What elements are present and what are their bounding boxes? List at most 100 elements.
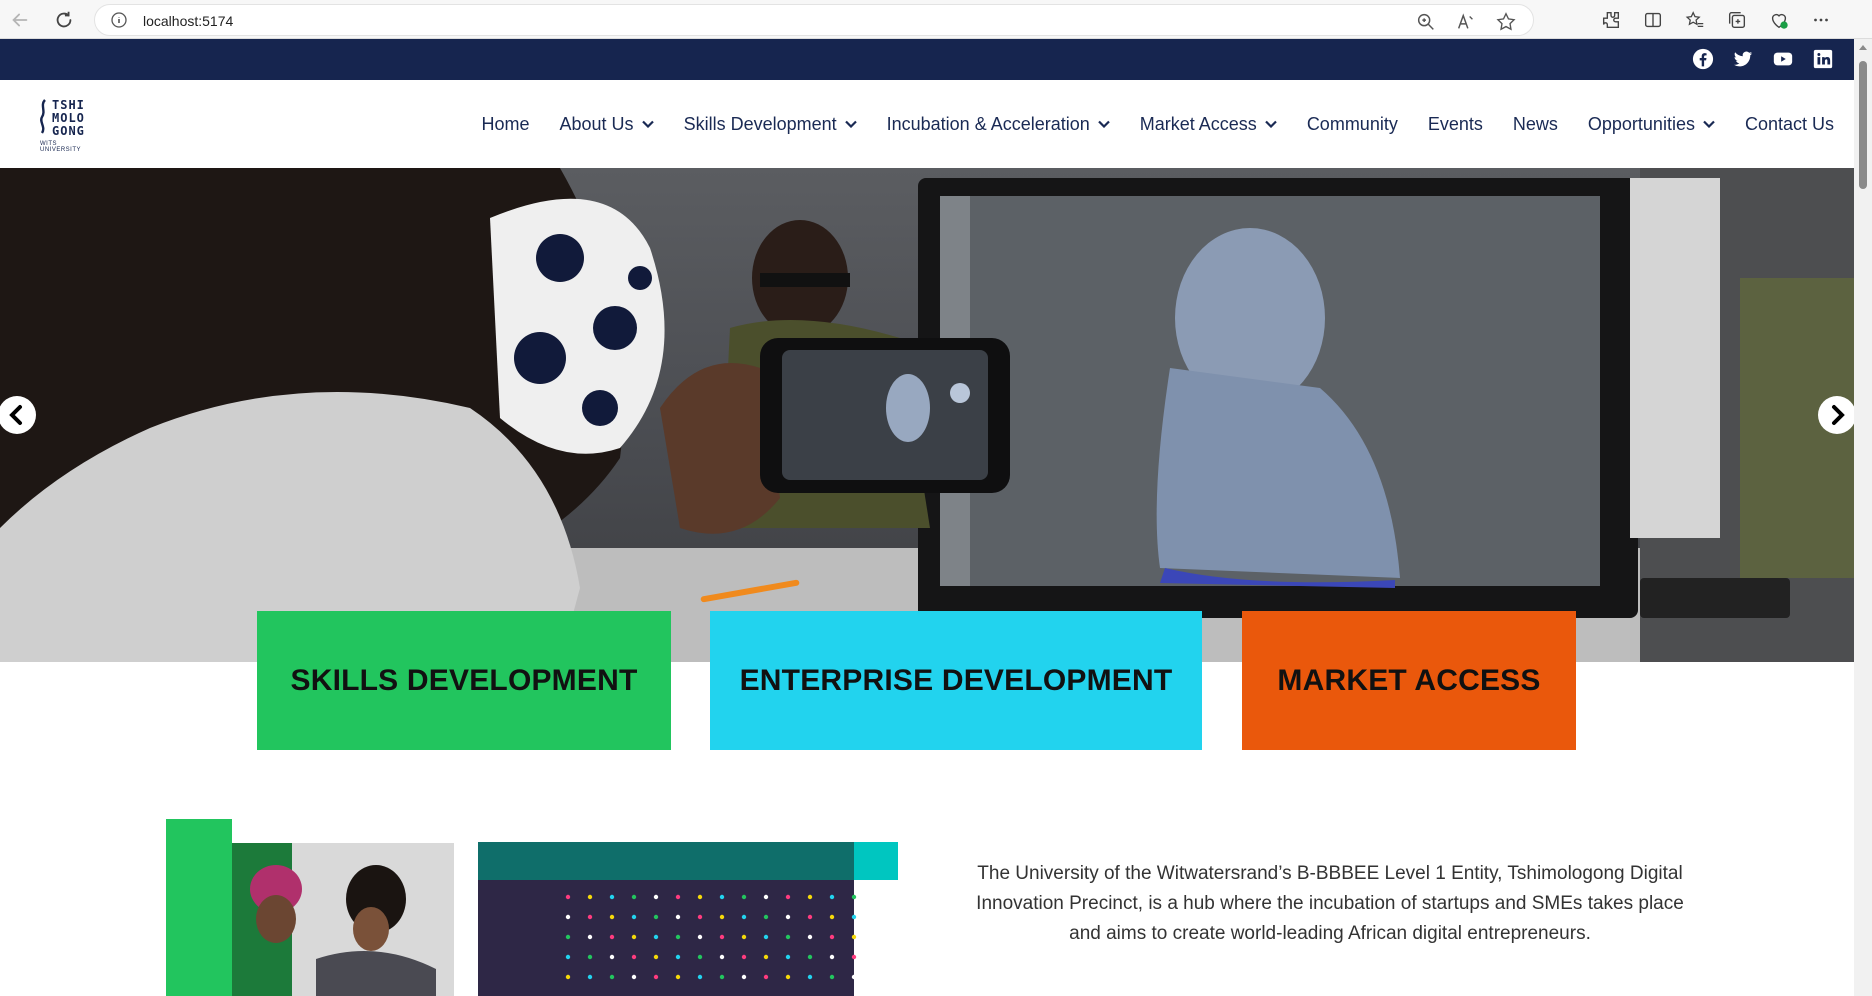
decor-dot [829,934,835,940]
decor-dot [675,954,681,960]
decor-dot [829,914,835,920]
logo-subtitle: WITS UNIVERSITY [40,141,82,153]
collections-icon[interactable] [1726,9,1748,31]
intro-paragraph: The University of the Witwatersrand’s B-… [976,863,1684,944]
decor-dot [697,954,703,960]
decor-dot [785,914,791,920]
decor-dot [829,974,835,980]
decor-dot [851,934,857,940]
more-options-icon[interactable] [1810,9,1832,31]
decor-dot [653,914,659,920]
decor-dot [653,894,659,900]
nav-item-label: Skills Development [683,113,837,134]
decor-dot [719,954,725,960]
nav-item-label: News [1512,113,1558,134]
logo-line-2: MOLO [52,111,85,125]
nav-item-skills-development[interactable]: Skills Development [684,114,857,135]
nav-menu: Home About Us Skills Development Incubation… [482,80,1835,168]
web-page: TSHI MOLO GONG WITS UNIVERSITY Home About… [0,39,1854,996]
decor-dot [785,894,791,900]
decor-dot [587,974,593,980]
address-url[interactable]: localhost:5174 [143,13,233,29]
enterprise-development-tile[interactable]: ENTERPRISE DEVELOPMENT [710,611,1202,750]
nav-item-community[interactable]: Community [1307,114,1398,135]
decor-dot [741,894,747,900]
youtube-icon[interactable] [1772,48,1794,70]
favorite-star-icon[interactable] [1495,11,1517,33]
decor-dot [807,954,813,960]
favorites-icon[interactable] [1684,9,1706,31]
decor-dot [829,954,835,960]
chevron-left-icon [9,405,22,425]
scroll-up-arrow-icon[interactable] [1859,45,1867,50]
tshimologong-logo[interactable]: TSHI MOLO GONG WITS UNIVERSITY [38,97,96,153]
decor-dot [851,974,857,980]
chevron-right-icon [1832,405,1845,425]
nav-item-opportunities[interactable]: Opportunities [1588,114,1715,135]
browser-toolbar: localhost:5174 [0,0,1872,39]
nav-item-label: About Us [559,113,634,134]
market-access-tile[interactable]: MARKET ACCESS [1242,611,1576,750]
nav-item-label: Events [1427,113,1483,134]
decor-dot [697,934,703,940]
decor-dot [609,954,615,960]
decor-dot [609,934,615,940]
nav-item-label: Community [1306,113,1398,134]
logo-mark-icon [40,99,46,134]
dotted-screen-photo [478,842,898,996]
zoom-icon[interactable] [1415,11,1437,33]
carousel-next-button[interactable] [1818,396,1854,434]
nav-item-home[interactable]: Home [482,114,530,135]
nav-item-label: Incubation & Acceleration [886,113,1090,134]
nav-item-contact-us[interactable]: Contact Us [1745,114,1834,135]
read-aloud-icon[interactable] [1455,11,1477,33]
decor-dot [851,914,857,920]
decor-dot [785,954,791,960]
twitter-icon[interactable] [1732,48,1754,70]
decor-dot [631,934,637,940]
decor-dot [653,974,659,980]
decor-dot [675,894,681,900]
social-top-bar [0,39,1854,80]
decor-dot [565,974,571,980]
back-icon[interactable] [8,8,32,32]
decor-dot [675,914,681,920]
nav-item-news[interactable]: News [1513,114,1558,135]
linkedin-icon[interactable] [1812,48,1834,70]
skills-development-tile[interactable]: SKILLS DEVELOPMENT [257,611,671,750]
decor-dot [741,974,747,980]
nav-item-about-us[interactable]: About Us [560,114,654,135]
decor-dot [763,954,769,960]
extensions-icon[interactable] [1600,9,1622,31]
decor-dot [785,934,791,940]
decor-dot [587,934,593,940]
decor-dot [807,894,813,900]
reload-icon[interactable] [52,8,76,32]
decor-dot [653,954,659,960]
decor-dot [587,914,593,920]
nav-item-market-access[interactable]: Market Access [1140,114,1277,135]
chevron-down-icon [1265,120,1277,128]
address-bar[interactable]: localhost:5174 [94,4,1534,36]
hero-photo [0,168,1854,662]
pillar-tiles: SKILLS DEVELOPMENT ENTERPRISE DEVELOPMEN… [0,611,1854,750]
decor-dot [785,974,791,980]
decor-dot [719,974,725,980]
nav-item-events[interactable]: Events [1428,114,1483,135]
decor-dot [807,974,813,980]
decor-dot [763,974,769,980]
decor-dot [609,974,615,980]
browser-essentials-icon[interactable] [1768,9,1790,31]
split-screen-icon[interactable] [1642,9,1664,31]
decor-dot [631,894,637,900]
nav-item-label: Market Access [1139,113,1257,134]
decor-dot [631,974,637,980]
facebook-icon[interactable] [1692,48,1714,70]
logo-line-3: GONG [52,124,85,138]
scrollbar-thumb[interactable] [1859,61,1867,189]
nav-item-incubation-acceleration[interactable]: Incubation & Acceleration [887,114,1110,135]
women-working-photo [166,819,454,996]
decor-dot [741,934,747,940]
page-scrollbar[interactable] [1854,39,1872,996]
site-info-icon[interactable] [111,12,127,33]
